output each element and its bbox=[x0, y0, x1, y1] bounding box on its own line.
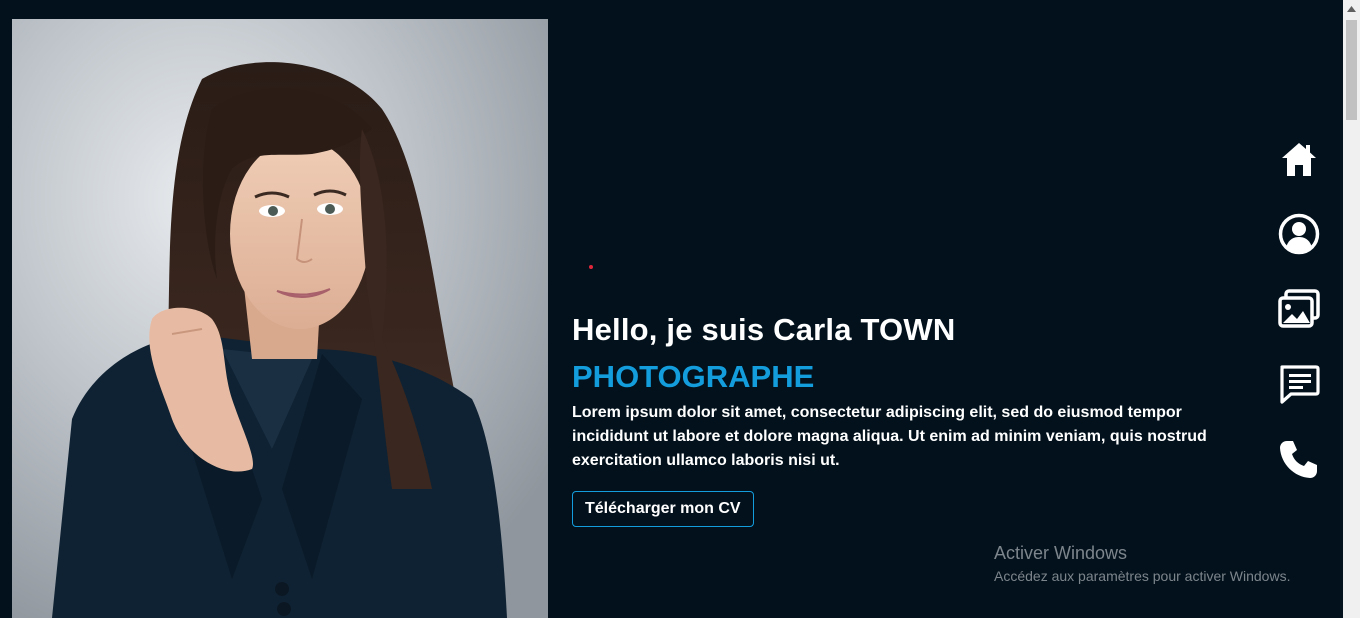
download-cv-button[interactable]: Télécharger mon CV bbox=[572, 491, 754, 527]
page: Hello, je suis Carla TOWN PHOTOGRAPHE Lo… bbox=[0, 0, 1343, 618]
user-circle-icon bbox=[1278, 213, 1320, 255]
side-navigation bbox=[1276, 136, 1322, 511]
windows-activation-watermark: Activer Windows Accédez aux paramètres p… bbox=[994, 542, 1290, 586]
home-icon bbox=[1282, 143, 1316, 176]
vertical-scrollbar[interactable] bbox=[1343, 0, 1360, 618]
watermark-title: Activer Windows bbox=[994, 543, 1128, 563]
woman-portrait-illustration bbox=[12, 19, 548, 618]
hero-role: PHOTOGRAPHE bbox=[572, 359, 815, 394]
nav-item-messages[interactable] bbox=[1276, 361, 1322, 407]
hero-greeting: Hello, je suis Carla TOWN bbox=[572, 312, 956, 347]
nav-item-contact[interactable] bbox=[1276, 436, 1322, 482]
hero-content: Hello, je suis Carla TOWN PHOTOGRAPHE Lo… bbox=[572, 310, 1252, 527]
accent-dot bbox=[589, 265, 593, 269]
phone-icon bbox=[1280, 441, 1317, 478]
scroll-up-arrow-icon[interactable] bbox=[1343, 0, 1360, 17]
nav-item-home[interactable] bbox=[1276, 136, 1322, 182]
message-icon bbox=[1280, 365, 1320, 404]
scrollbar-thumb[interactable] bbox=[1346, 20, 1357, 120]
watermark-subtitle: Accédez aux paramètres pour activer Wind… bbox=[994, 568, 1291, 584]
gallery-icon bbox=[1278, 289, 1320, 328]
nav-item-portfolio[interactable] bbox=[1276, 286, 1322, 332]
hero-intro: Lorem ipsum dolor sit amet, consectetur … bbox=[572, 404, 1207, 469]
nav-item-about[interactable] bbox=[1276, 211, 1322, 257]
profile-photo bbox=[12, 19, 548, 618]
